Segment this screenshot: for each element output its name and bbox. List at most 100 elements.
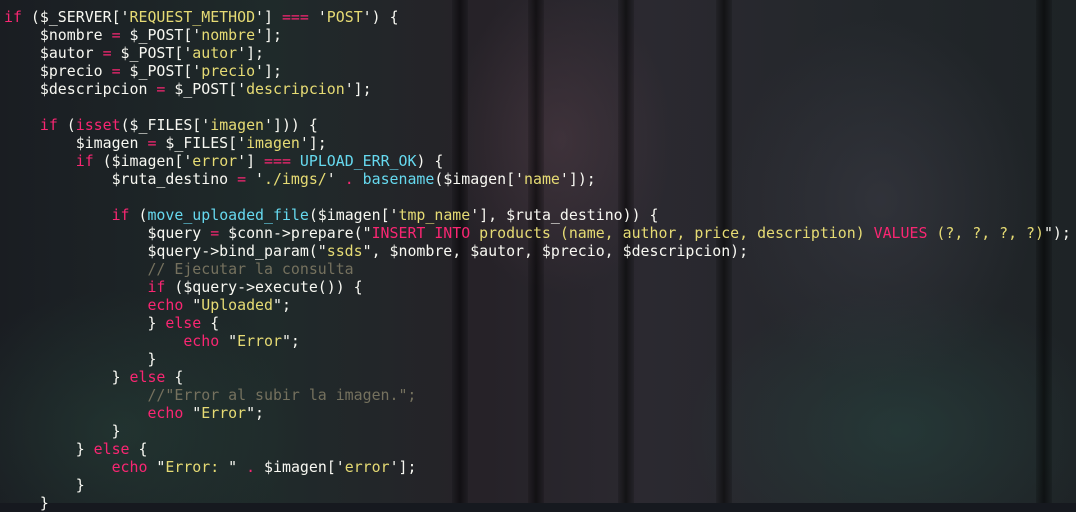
- code-token: (: [129, 206, 148, 224]
- code-token: ");: [1043, 224, 1071, 242]
- code-token: else: [129, 368, 166, 386]
- code-line[interactable]: $query->bind_param("ssds", $nombre, $aut…: [4, 242, 1071, 260]
- code-token: error: [192, 152, 238, 170]
- code-token: $precio: [4, 62, 112, 80]
- code-token: INSERT INTO: [371, 224, 471, 242]
- code-token: Error: [201, 404, 247, 422]
- code-line[interactable]: $precio = $_POST['precio'];: [4, 62, 1071, 80]
- code-token: error: [344, 458, 390, 476]
- code-token: Error:: [165, 458, 229, 476]
- code-token: VALUES: [873, 224, 928, 242]
- code-token: $query: [4, 224, 211, 242]
- code-token: '];: [389, 458, 417, 476]
- code-token: REQUEST_METHOD: [129, 8, 256, 26]
- code-token: (?, ?, ?, ?): [927, 224, 1044, 242]
- code-line[interactable]: if ($_SERVER['REQUEST_METHOD'] === 'POST…: [4, 8, 1071, 26]
- code-token: ($imagen[': [93, 152, 193, 170]
- code-token: POST: [326, 8, 363, 26]
- code-token: ']);: [559, 170, 596, 188]
- code-token: echo: [111, 458, 148, 476]
- code-line[interactable]: }: [4, 422, 1071, 440]
- code-token: ./imgs/: [264, 170, 327, 188]
- code-token: ", $nombre, $autor, $precio, $descripcio…: [362, 242, 749, 260]
- code-token: ": [219, 332, 238, 350]
- code-line[interactable]: [4, 188, 1071, 206]
- code-line[interactable]: [4, 98, 1071, 116]
- code-token: $_FILES[': [156, 134, 247, 152]
- code-line[interactable]: $imagen = $_FILES['imagen'];: [4, 134, 1071, 152]
- code-token: .: [246, 458, 256, 476]
- code-token: {: [201, 314, 220, 332]
- code-token: ']: [255, 8, 282, 26]
- code-token: autor: [192, 44, 238, 62]
- code-line[interactable]: //"Error al subir la imagen.";: [4, 386, 1071, 404]
- code-token: $_POST[': [111, 44, 193, 62]
- code-line[interactable]: echo "Error";: [4, 332, 1071, 350]
- code-line[interactable]: } else {: [4, 368, 1071, 386]
- code-token: .: [344, 170, 354, 188]
- code-line[interactable]: $autor = $_POST['autor'];: [4, 44, 1071, 62]
- code-token: ': [326, 170, 345, 188]
- code-token: ($_SERVER[': [21, 8, 130, 26]
- code-line[interactable]: }: [4, 494, 1071, 512]
- code-line[interactable]: } else {: [4, 314, 1071, 332]
- code-token: }: [4, 368, 130, 386]
- code-line[interactable]: $ruta_destino = './imgs/' . basename($im…: [4, 170, 1071, 188]
- code-token: ($query->execute()) {: [165, 278, 363, 296]
- code-token: if: [147, 278, 166, 296]
- code-token: ": [183, 296, 202, 314]
- code-token: ) {: [416, 152, 444, 170]
- code-token: $_POST[': [165, 80, 247, 98]
- code-line[interactable]: echo "Uploaded";: [4, 296, 1071, 314]
- code-token: }: [4, 440, 94, 458]
- code-token: $nombre: [4, 26, 112, 44]
- code-token: ($imagen[': [434, 170, 525, 188]
- code-line[interactable]: if (isset($_FILES['imagen'])) {: [4, 116, 1071, 134]
- code-token: // Ejecutar la consulta: [147, 260, 354, 278]
- code-token: ': [246, 170, 264, 188]
- code-line[interactable]: $nombre = $_POST['nombre'];: [4, 26, 1071, 44]
- code-line[interactable]: } else {: [4, 440, 1071, 458]
- code-token: echo: [147, 296, 184, 314]
- code-token: isset: [75, 116, 121, 134]
- code-token: '];: [344, 80, 372, 98]
- code-token: }: [4, 314, 166, 332]
- code-token: $ruta_destino: [4, 170, 238, 188]
- code-line[interactable]: echo "Error: " . $imagen['error'];: [4, 458, 1071, 476]
- code-token: {: [129, 440, 148, 458]
- code-token: ": [147, 458, 166, 476]
- code-token: if: [75, 152, 94, 170]
- code-line[interactable]: echo "Error";: [4, 404, 1071, 422]
- code-token: ";: [273, 296, 291, 314]
- code-token: ']: [237, 152, 265, 170]
- code-token: $_POST[': [120, 26, 202, 44]
- code-line[interactable]: if ($query->execute()) {: [4, 278, 1071, 296]
- code-line[interactable]: }: [4, 476, 1071, 494]
- code-token: ===: [264, 152, 291, 170]
- code-token: =: [111, 26, 121, 44]
- code-line[interactable]: if (move_uploaded_file($imagen['tmp_name…: [4, 206, 1071, 224]
- code-token: else: [93, 440, 130, 458]
- code-token: (: [57, 116, 76, 134]
- code-line[interactable]: $query = $conn->prepare("INSERT INTO pro…: [4, 224, 1071, 242]
- code-token: $imagen: [4, 134, 148, 152]
- code-line[interactable]: $descripcion = $_POST['descripcion'];: [4, 80, 1071, 98]
- code-token: if: [111, 206, 130, 224]
- code-line[interactable]: }: [4, 350, 1071, 368]
- code-editor[interactable]: if ($_SERVER['REQUEST_METHOD'] === 'POST…: [4, 8, 1071, 512]
- code-line[interactable]: if ($imagen['error'] === UPLOAD_ERR_OK) …: [4, 152, 1071, 170]
- code-token: ': [308, 8, 327, 26]
- code-token: descripcion: [246, 80, 345, 98]
- code-token: ($_FILES[': [120, 116, 211, 134]
- code-token: }: [4, 422, 121, 440]
- code-token: imagen: [210, 116, 265, 134]
- code-token: $descripcion: [4, 80, 157, 98]
- code-line[interactable]: // Ejecutar la consulta: [4, 260, 1071, 278]
